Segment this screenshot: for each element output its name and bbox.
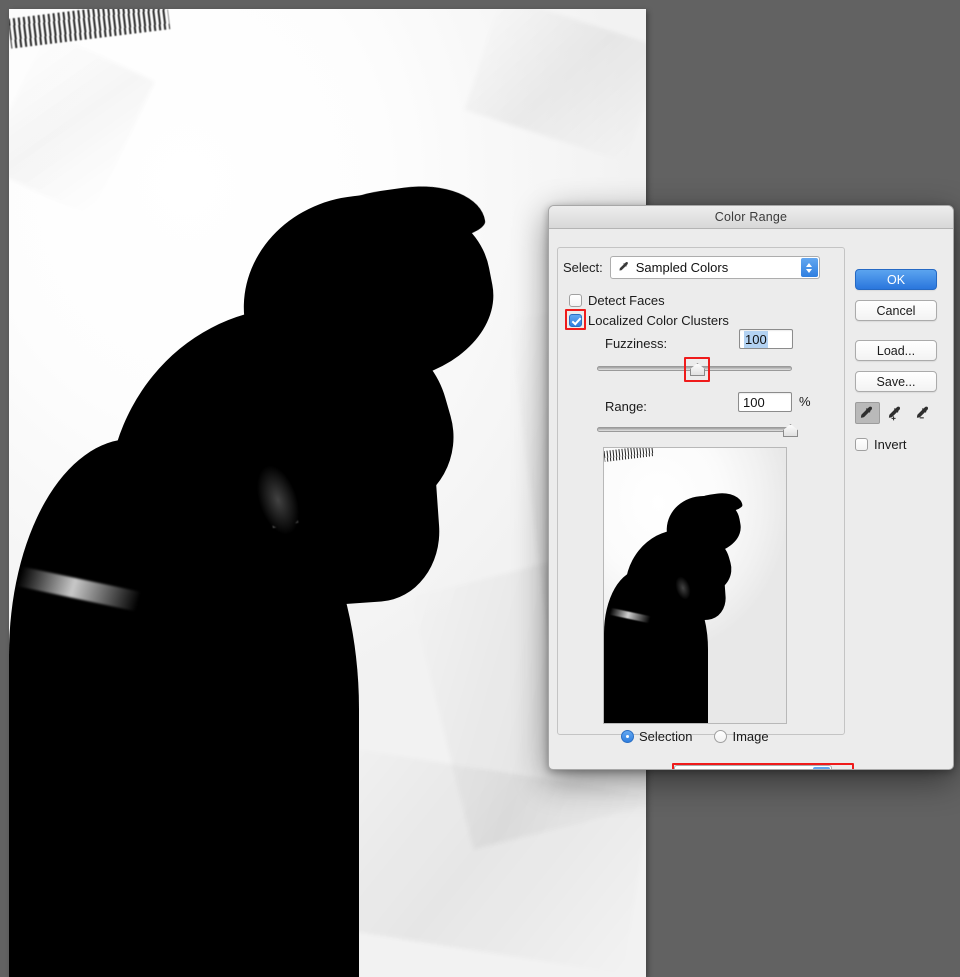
fuzziness-input[interactable]: 100 (739, 329, 793, 349)
cancel-button[interactable]: Cancel (855, 300, 937, 321)
detect-faces-checkbox-row[interactable]: Detect Faces (569, 293, 665, 308)
localized-color-clusters-label: Localized Color Clusters (588, 313, 729, 328)
fuzziness-row: Fuzziness: (605, 336, 667, 351)
ok-button[interactable]: OK (855, 269, 937, 290)
dialog-titlebar[interactable]: Color Range (549, 206, 953, 229)
dialog-title: Color Range (714, 210, 788, 224)
detect-faces-label: Detect Faces (588, 293, 665, 308)
radio-image[interactable]: Image (714, 729, 769, 744)
detect-faces-checkbox[interactable] (569, 294, 582, 307)
radio-image-button[interactable] (714, 730, 728, 743)
eyedropper-icon (618, 261, 631, 274)
range-value: 100 (743, 394, 765, 410)
selection-preview-row: Selection Preview: Grayscale (559, 763, 854, 770)
dialog-body: Select: Sampled Colors Detect Faces Loca… (549, 229, 953, 770)
dialog-button-column: OK Cancel Load... Save... Invert (855, 269, 947, 452)
selection-preview-value: Grayscale (682, 768, 741, 770)
invert-checkbox[interactable] (855, 438, 868, 451)
select-label: Select: (563, 260, 603, 275)
eyedropper-add-icon[interactable] (883, 402, 908, 424)
radio-selection[interactable]: Selection (621, 729, 692, 744)
select-value: Sampled Colors (635, 260, 729, 275)
select-stepper-arrows[interactable] (800, 258, 818, 277)
selection-preview-thumbnail[interactable] (603, 447, 787, 724)
radio-selection-button[interactable] (621, 730, 634, 743)
load-button[interactable]: Load... (855, 340, 937, 361)
preview-mode-radio-group: Selection Image (621, 729, 769, 744)
radio-selection-label: Selection (639, 729, 693, 744)
range-row: Range: (605, 399, 647, 414)
radio-image-label: Image (732, 729, 769, 744)
eyedropper-toolbar (855, 402, 947, 424)
fuzziness-label: Fuzziness: (605, 336, 668, 351)
eyedropper-icon[interactable] (855, 402, 880, 424)
fuzziness-slider[interactable] (597, 357, 792, 382)
selection-preview-label: Selection Preview: (559, 768, 666, 770)
range-unit-label: % (799, 394, 811, 409)
range-label: Range: (605, 399, 647, 414)
invert-checkbox-row[interactable]: Invert (855, 437, 947, 452)
eyedropper-subtract-icon[interactable] (911, 402, 936, 424)
invert-label: Invert (874, 437, 907, 452)
color-range-dialog[interactable]: Color Range Select: Sampled Colors Detec… (548, 205, 954, 770)
range-slider[interactable] (597, 424, 798, 437)
range-input[interactable]: 100 (738, 392, 792, 412)
localized-color-clusters-checkbox[interactable] (569, 314, 582, 327)
photoshop-canvas-area: Color Range Select: Sampled Colors Detec… (0, 0, 960, 977)
save-button[interactable]: Save... (855, 371, 937, 392)
localized-color-clusters-checkbox-row[interactable]: Localized Color Clusters (565, 309, 729, 330)
fuzziness-value: 100 (744, 330, 768, 348)
select-dropdown[interactable]: Sampled Colors (609, 256, 820, 279)
selection-preview-stepper-arrows[interactable] (812, 767, 830, 769)
selection-preview-dropdown[interactable]: Grayscale (671, 763, 854, 770)
select-row: Select: Sampled Colors (563, 256, 820, 279)
